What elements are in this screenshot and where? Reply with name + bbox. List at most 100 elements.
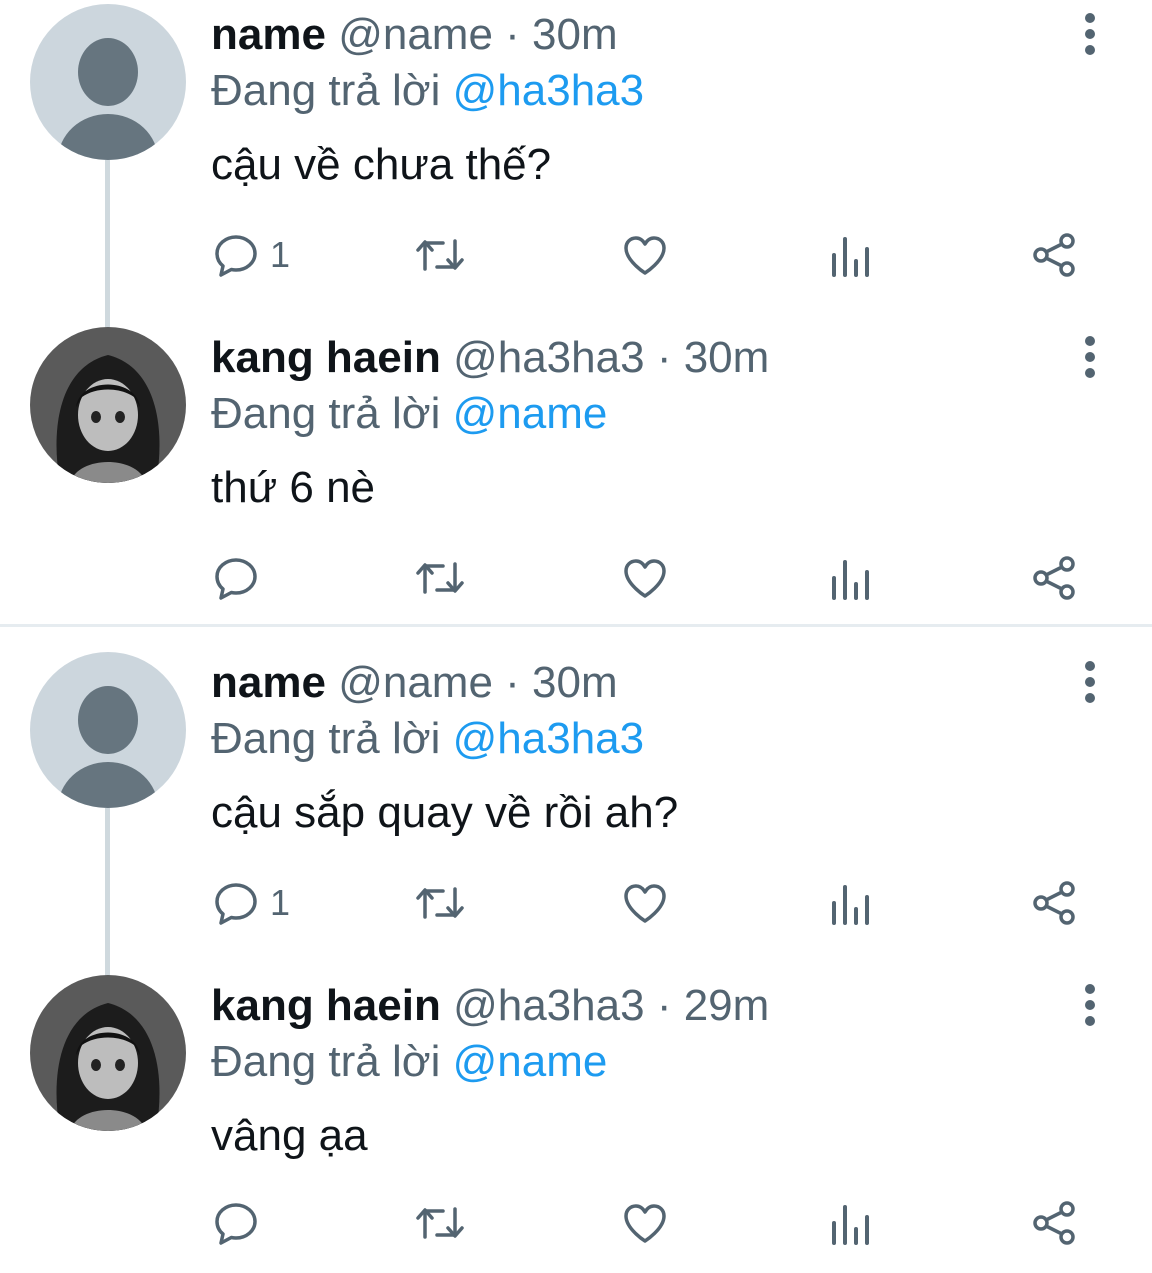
reply-count: 1 xyxy=(270,882,291,923)
tweet[interactable]: name @name · 30m Đang trả lời @ha3ha3 cậ… xyxy=(0,0,1152,300)
retweet-icon xyxy=(416,562,464,594)
thread-2: name @name · 30m Đang trả lời @ha3ha3 cậ… xyxy=(0,628,1152,1260)
more-icon xyxy=(1085,13,1095,55)
share-icon xyxy=(1033,881,1075,925)
reply-to-handle[interactable]: @ha3ha3 xyxy=(453,66,645,115)
separator-dot: · xyxy=(505,658,520,707)
reply-icon xyxy=(215,1203,257,1245)
tweet-actions xyxy=(200,1193,1100,1253)
views-button[interactable] xyxy=(828,1193,872,1253)
avatar[interactable] xyxy=(30,652,186,808)
retweet-button[interactable] xyxy=(413,1193,467,1253)
avatar[interactable] xyxy=(30,4,186,160)
like-button[interactable] xyxy=(621,225,669,285)
more-icon xyxy=(1085,661,1095,703)
separator-dot: · xyxy=(656,981,672,1030)
tweet-text: vâng ạa xyxy=(211,1111,368,1160)
reply-prefix: Đang trả lời xyxy=(211,389,441,438)
reply-prefix: Đang trả lời xyxy=(211,714,441,763)
tweet-header: kang haein @ha3ha3 · 30m xyxy=(211,333,769,383)
tweet[interactable]: name @name · 30m Đang trả lời @ha3ha3 cậ… xyxy=(0,648,1152,948)
user-handle[interactable]: @ha3ha3 xyxy=(453,333,645,382)
retweet-button[interactable] xyxy=(413,225,467,285)
separator-dot: · xyxy=(505,10,520,59)
avatar[interactable] xyxy=(30,975,186,1131)
share-icon xyxy=(1033,233,1075,277)
reply-prefix: Đang trả lời xyxy=(211,66,441,115)
more-options-button[interactable] xyxy=(1070,333,1110,381)
like-icon xyxy=(624,1204,666,1243)
like-icon xyxy=(624,236,666,275)
reply-icon xyxy=(215,883,257,925)
timestamp[interactable]: 30m xyxy=(532,10,618,59)
reply-icon xyxy=(215,235,257,277)
like-button[interactable] xyxy=(621,1193,669,1253)
views-button[interactable] xyxy=(828,873,872,933)
reply-button[interactable]: 1 xyxy=(212,225,290,285)
tweet-actions: 1 xyxy=(200,873,1100,933)
share-button[interactable] xyxy=(1030,1193,1078,1253)
like-icon xyxy=(624,559,666,598)
tweet-actions: 1 xyxy=(200,225,1100,285)
thread-1: name @name · 30m Đang trả lời @ha3ha3 cậ… xyxy=(0,0,1152,625)
reply-to-handle[interactable]: @name xyxy=(453,1037,608,1086)
like-button[interactable] xyxy=(621,548,669,608)
timestamp[interactable]: 29m xyxy=(684,981,770,1030)
reply-to-handle[interactable]: @ha3ha3 xyxy=(453,714,645,763)
views-icon xyxy=(832,237,869,277)
tweet-header: name @name · 30m xyxy=(211,658,618,708)
like-button[interactable] xyxy=(621,873,669,933)
tweet-actions xyxy=(200,548,1100,608)
more-icon xyxy=(1085,336,1095,378)
reply-button[interactable]: 1 xyxy=(212,873,290,933)
timestamp[interactable]: 30m xyxy=(532,658,618,707)
user-handle[interactable]: @name xyxy=(338,10,493,59)
retweet-icon xyxy=(416,1207,464,1239)
default-avatar-icon xyxy=(30,652,186,808)
replying-to: Đang trả lời @name xyxy=(211,389,607,439)
replying-to: Đang trả lời @ha3ha3 xyxy=(211,714,644,764)
share-icon xyxy=(1033,556,1075,600)
avatar[interactable] xyxy=(30,327,186,483)
like-icon xyxy=(624,884,666,923)
separator-dot: · xyxy=(656,333,672,382)
display-name[interactable]: kang haein xyxy=(211,981,441,1030)
views-icon xyxy=(832,1205,869,1245)
tweet-text: thứ 6 nè xyxy=(211,463,376,512)
user-handle[interactable]: @name xyxy=(338,658,493,707)
timestamp[interactable]: 30m xyxy=(684,333,770,382)
tweet[interactable]: kang haein @ha3ha3 · 29m Đang trả lời @n… xyxy=(0,973,1152,1273)
more-icon xyxy=(1085,984,1095,1026)
display-name[interactable]: kang haein xyxy=(211,333,441,382)
tweet[interactable]: kang haein @ha3ha3 · 30m Đang trả lời @n… xyxy=(0,325,1152,625)
reply-button[interactable] xyxy=(212,1193,270,1253)
more-options-button[interactable] xyxy=(1070,981,1110,1029)
retweet-icon xyxy=(416,239,464,271)
reply-to-handle[interactable]: @name xyxy=(453,389,608,438)
anime-girl-avatar-icon xyxy=(30,975,186,1131)
tweet-header: kang haein @ha3ha3 · 29m xyxy=(211,981,769,1031)
views-icon xyxy=(832,560,869,600)
views-button[interactable] xyxy=(828,225,872,285)
share-button[interactable] xyxy=(1030,225,1078,285)
tweet-header: name @name · 30m xyxy=(211,10,618,60)
user-handle[interactable]: @ha3ha3 xyxy=(453,981,645,1030)
share-button[interactable] xyxy=(1030,548,1078,608)
share-icon xyxy=(1033,1201,1075,1245)
more-options-button[interactable] xyxy=(1070,658,1110,706)
share-button[interactable] xyxy=(1030,873,1078,933)
views-icon xyxy=(832,885,869,925)
display-name[interactable]: name xyxy=(211,658,326,707)
views-button[interactable] xyxy=(828,548,872,608)
display-name[interactable]: name xyxy=(211,10,326,59)
reply-button[interactable] xyxy=(212,548,270,608)
retweet-button[interactable] xyxy=(413,873,467,933)
anime-girl-avatar-icon xyxy=(30,327,186,483)
replying-to: Đang trả lời @name xyxy=(211,1037,607,1087)
tweet-text: cậu về chưa thế? xyxy=(211,140,552,189)
tweet-text: cậu sắp quay về rồi ah? xyxy=(211,788,679,837)
thread-divider xyxy=(0,624,1152,627)
retweet-button[interactable] xyxy=(413,548,467,608)
more-options-button[interactable] xyxy=(1070,10,1110,58)
replying-to: Đang trả lời @ha3ha3 xyxy=(211,66,644,116)
